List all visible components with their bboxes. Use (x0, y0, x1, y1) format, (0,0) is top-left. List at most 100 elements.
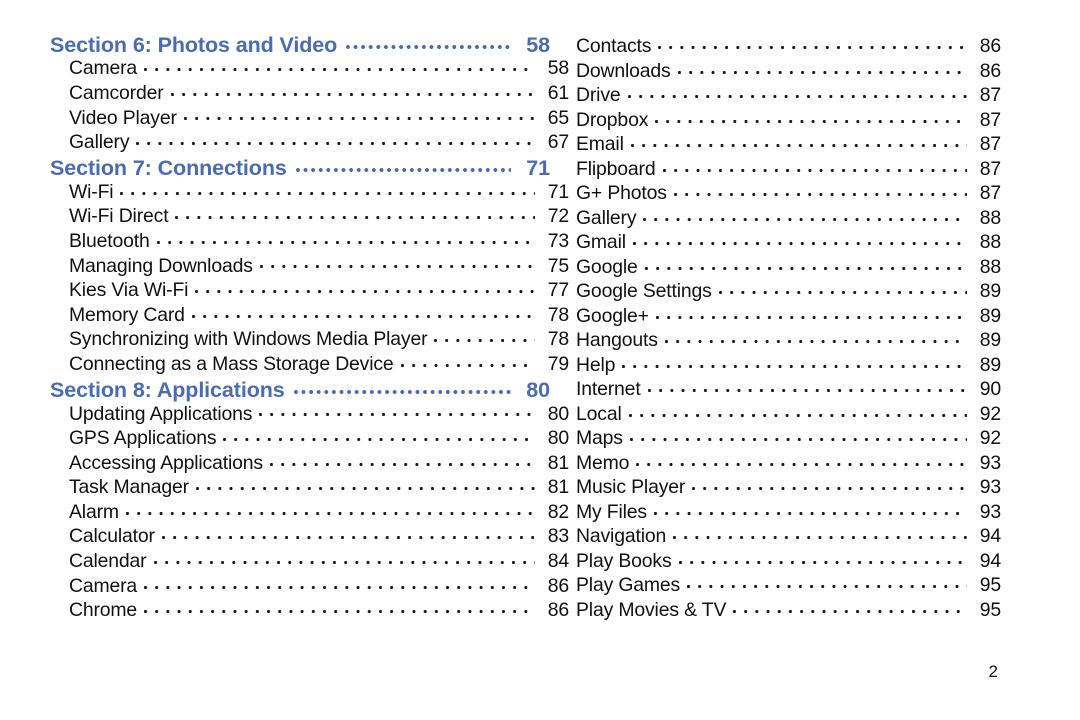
toc-entry-label: My Files (576, 500, 647, 523)
toc-entry-page-number: 77 (547, 279, 569, 302)
toc-section-label: Section 7: Connections (50, 155, 287, 180)
toc-entry-page-number: 82 (547, 500, 569, 523)
toc-entry-label: Music Player (576, 476, 686, 499)
toc-entry-row[interactable]: Hangouts 89 (576, 327, 1001, 352)
toc-entry-row[interactable]: Managing Downloads 75 (50, 252, 569, 277)
toc-entry-label: Gallery (69, 131, 130, 154)
toc-entry-row[interactable]: Memory Card 78 (50, 301, 569, 326)
toc-entry-row[interactable]: Calculator 83 (50, 523, 569, 548)
toc-entry-row[interactable]: Gallery 88 (576, 205, 1001, 230)
toc-entry-label: Camera (69, 574, 138, 597)
toc-entry-row[interactable]: Bluetooth 73 (50, 228, 569, 253)
toc-entry-label: Flipboard (576, 157, 656, 180)
toc-entry-row[interactable]: Maps 92 (576, 425, 1001, 450)
toc-entry-label: Updating Applications (69, 402, 253, 425)
dot-leader (170, 80, 535, 99)
toc-entry-row[interactable]: Alarm 82 (50, 499, 569, 524)
toc-entry-page-number: 87 (979, 157, 1001, 180)
toc-section-row[interactable]: Section 8: Applications 80 (50, 375, 550, 402)
toc-entry-page-number: 84 (547, 550, 569, 573)
toc-entry-row[interactable]: Navigation 94 (576, 523, 1001, 548)
dot-leader (627, 82, 968, 101)
toc-entry-page-number: 88 (979, 206, 1001, 229)
toc-entry-page-number: 78 (547, 303, 569, 326)
toc-entry-row[interactable]: Play Books 94 (576, 548, 1001, 573)
dot-leader (632, 229, 967, 248)
toc-entry-page-number: 89 (979, 304, 1001, 327)
toc-entry-row[interactable]: Internet 90 (576, 376, 1001, 401)
toc-entry-row[interactable]: Wi-Fi 71 (50, 178, 569, 203)
toc-entry-page-number: 94 (979, 525, 1001, 548)
toc-entry-row[interactable]: Accessing Applications 81 (50, 449, 569, 474)
toc-entry-row[interactable]: Connecting as a Mass Storage Device 79 (50, 351, 569, 376)
toc-entry-row[interactable]: Google 88 (576, 254, 1001, 279)
toc-entry-row[interactable]: Camera 58 (50, 55, 569, 80)
dot-leader (658, 33, 967, 52)
dot-leader (647, 376, 967, 395)
toc-entry-row[interactable]: Downloads 86 (576, 58, 1001, 83)
toc-section-row[interactable]: Section 7: Connections 71 (50, 153, 550, 180)
toc-entry-row[interactable]: My Files 93 (576, 499, 1001, 524)
toc-entry-label: Camcorder (69, 81, 164, 104)
toc-section-label: Section 6: Photos and Video (50, 32, 338, 57)
toc-entry-page-number: 88 (979, 231, 1001, 254)
toc-entry-page-number: 95 (979, 574, 1001, 597)
toc-entry-label: Google Settings (576, 280, 712, 303)
toc-entry-row[interactable]: Chrome 86 (50, 597, 569, 622)
toc-entry-page-number: 65 (547, 106, 569, 129)
toc-entry-row[interactable]: Contacts 86 (576, 33, 1001, 58)
dot-leader (733, 597, 967, 616)
toc-entry-label: Hangouts (576, 329, 658, 352)
toc-entry-label: Google+ (576, 304, 649, 327)
toc-entry-row[interactable]: Google Settings 89 (576, 278, 1001, 303)
toc-entry-label: Navigation (576, 525, 667, 548)
toc-entry-page-number: 80 (547, 402, 569, 425)
dot-leader (144, 55, 535, 74)
toc-section-row[interactable]: Section 6: Photos and Video 58 (50, 30, 550, 57)
toc-entry-row[interactable]: Local 92 (576, 401, 1001, 426)
toc-page: Section 6: Photos and Video 58 Camera 58 Cam… (0, 0, 1080, 720)
toc-entry-page-number: 87 (979, 84, 1001, 107)
toc-entry-row[interactable]: Wi-Fi Direct 72 (50, 203, 569, 228)
toc-entry-row[interactable]: Task Manager 81 (50, 474, 569, 499)
toc-entry-row[interactable]: Calendar 84 (50, 548, 569, 573)
toc-entry-page-number: 93 (979, 451, 1001, 474)
dot-leader (687, 572, 967, 591)
toc-entry-row[interactable]: Camera 86 (50, 572, 569, 597)
dot-leader (630, 131, 967, 150)
toc-entry-row[interactable]: GPS Applications 80 (50, 425, 569, 450)
toc-entry-row[interactable]: Email 87 (576, 131, 1001, 156)
toc-entry-label: Downloads (576, 59, 671, 82)
toc-entry-page-number: 78 (547, 328, 569, 351)
toc-entry-row[interactable]: Gallery 67 (50, 129, 569, 154)
toc-entry-label: GPS Applications (69, 427, 217, 450)
dot-leader (653, 499, 967, 518)
toc-entry-row[interactable]: Memo 93 (576, 450, 1001, 475)
dot-leader (269, 449, 535, 468)
toc-column-right: Contacts 86 Downloads 86 Drive 87 Dropbox 87 Ema… (576, 0, 1001, 720)
dot-leader (677, 58, 967, 77)
toc-entry-page-number: 92 (979, 402, 1001, 425)
dot-leader (400, 351, 535, 370)
toc-section-page-number: 80 (526, 377, 550, 402)
toc-entry-page-number: 89 (979, 280, 1001, 303)
toc-entry-row[interactable]: Dropbox 87 (576, 107, 1001, 132)
toc-entry-row[interactable]: Kies Via Wi-Fi 77 (50, 277, 569, 302)
dot-leader (655, 303, 967, 322)
toc-entry-label: Managing Downloads (69, 254, 253, 277)
toc-entry-row[interactable]: Gmail 88 (576, 229, 1001, 254)
toc-entry-row[interactable]: Synchronizing with Windows Media Player 7… (50, 326, 569, 351)
toc-entry-row[interactable]: Drive 87 (576, 82, 1001, 107)
toc-entry-row[interactable]: Play Games 95 (576, 572, 1001, 597)
toc-entry-row[interactable]: Music Player 93 (576, 474, 1001, 499)
toc-entry-row[interactable]: Camcorder 61 (50, 80, 569, 105)
toc-entry-row[interactable]: Play Movies & TV 95 (576, 597, 1001, 622)
toc-entry-row[interactable]: Flipboard 87 (576, 156, 1001, 181)
toc-entry-label: Kies Via Wi-Fi (69, 279, 189, 302)
toc-entry-row[interactable]: Google+ 89 (576, 303, 1001, 328)
toc-entry-page-number: 87 (979, 108, 1001, 131)
toc-entry-row[interactable]: Updating Applications 80 (50, 400, 569, 425)
toc-entry-row[interactable]: Video Player 65 (50, 104, 569, 129)
toc-entry-row[interactable]: G+ Photos 87 (576, 180, 1001, 205)
toc-entry-row[interactable]: Help 89 (576, 352, 1001, 377)
